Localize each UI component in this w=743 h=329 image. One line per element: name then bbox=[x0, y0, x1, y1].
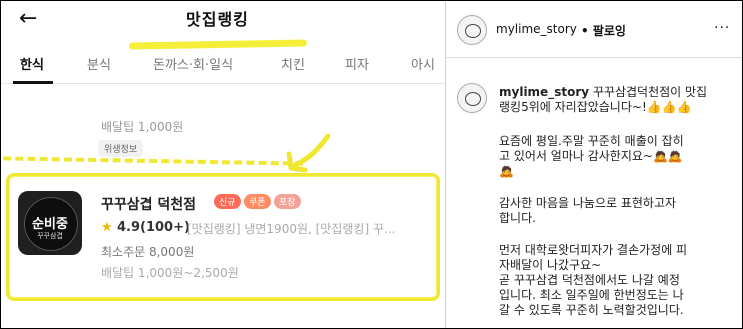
takeout-badge: 포장 bbox=[274, 194, 301, 209]
caption-paragraph-1: mylime_story 꾸꾸삼겹덕천점이 맛집 랭킹5위에 자리잡았습니다~!… bbox=[499, 85, 729, 115]
tab-asian[interactable]: 아시 bbox=[411, 54, 435, 73]
caption-line: 곧 꾸꾸삼겹 덕천점에서도 나갈 예정 bbox=[499, 273, 680, 287]
category-tabs: 한식 분식 돈까스·회·일식 치킨 피자 아시 bbox=[1, 54, 445, 76]
tabs-divider bbox=[1, 83, 445, 84]
store-name[interactable]: 꾸꾸삼겹 덕천점 bbox=[101, 194, 196, 214]
previous-item-delivery-fee: 배달팁 1,000원 bbox=[101, 120, 184, 134]
highlight-arrow-icon bbox=[286, 133, 331, 173]
caption-avatar[interactable] bbox=[457, 83, 487, 113]
caption-line: 합니다. bbox=[499, 211, 536, 225]
caption-paragraph-3: 감사한 마음을 나눔으로 표현하고자 합니다. bbox=[499, 196, 729, 226]
more-options-icon[interactable]: ··· bbox=[714, 20, 730, 36]
caption-line: 🙇 bbox=[499, 164, 514, 178]
post-header-divider bbox=[446, 57, 742, 58]
title-highlight-stroke bbox=[128, 39, 308, 50]
caption-line: 입니다. 최소 일주일에 한번정도는 나 bbox=[499, 288, 684, 302]
caption-line: 감사한 마음을 나눔으로 표현하고자 bbox=[499, 196, 677, 210]
caption-line: 요즘에 평일.주말 꾸준히 매출이 잡히 bbox=[499, 134, 684, 148]
logo-text: 순비중 bbox=[32, 217, 68, 232]
minimum-order: 최소주문 8,000원 bbox=[101, 245, 195, 259]
post-username[interactable]: mylime_story bbox=[496, 22, 577, 36]
hygiene-info-badge[interactable]: 위생정보 bbox=[98, 140, 144, 157]
store-logo[interactable]: 순비중 꾸꾸삼겹 bbox=[18, 191, 82, 255]
logo-subtext: 꾸꾸삼겹 bbox=[37, 232, 63, 240]
caption-line: 자배달이 나갔구요~ bbox=[499, 258, 602, 272]
caption-paragraph-2: 요즘에 평일.주말 꾸준히 매출이 잡히 고 있어서 얼마나 감사한지요~🙇🙇 … bbox=[499, 134, 729, 179]
store-rating: 4.9(100+) bbox=[117, 220, 190, 235]
caption-line: 먼저 대학로왓더피자가 결손가정에 피 bbox=[499, 243, 688, 257]
delivery-fee: 배달팁 1,000원~2,500원 bbox=[101, 266, 239, 280]
tab-snack[interactable]: 분식 bbox=[87, 54, 111, 73]
new-badge: 신규 bbox=[214, 194, 241, 209]
caption-line: 갈 수 있도록 꾸준히 노력할것입니다. bbox=[499, 303, 684, 317]
screenshot-frame: ← 맛집랭킹 한식 분식 돈까스·회·일식 치킨 피자 아시 배달팁 1,000… bbox=[0, 0, 743, 329]
tab-korean[interactable]: 한식 bbox=[20, 54, 44, 73]
back-arrow-icon[interactable]: ← bbox=[19, 6, 37, 31]
app-screen: ← 맛집랭킹 한식 분식 돈까스·회·일식 치킨 피자 아시 배달팁 1,000… bbox=[1, 1, 445, 328]
store-menu-tags: [맛집랭킹] 냉면1900원, [맛집랭킹] 꾸... bbox=[187, 222, 396, 236]
panel-divider bbox=[445, 1, 446, 328]
caption-line: 꾸꾸삼겹덕천점이 맛집 bbox=[589, 85, 708, 99]
tab-pizza[interactable]: 피자 bbox=[345, 54, 369, 73]
active-tab-indicator bbox=[13, 81, 53, 84]
avatar-face-icon bbox=[465, 92, 481, 106]
highlight-dash-stroke bbox=[2, 156, 304, 174]
caption-username[interactable]: mylime_story bbox=[499, 85, 589, 99]
follow-status[interactable]: • 팔로잉 bbox=[581, 22, 626, 39]
page-title: 맛집랭킹 bbox=[186, 10, 249, 29]
caption-line: 랭킹5위에 자리잡았습니다~!👍👍👍 bbox=[499, 100, 692, 114]
tab-cutlet-sushi[interactable]: 돈까스·회·일식 bbox=[153, 54, 233, 73]
coupon-badge: 쿠폰 bbox=[244, 194, 271, 209]
profile-avatar[interactable] bbox=[457, 15, 487, 45]
tab-chicken[interactable]: 치킨 bbox=[281, 54, 305, 73]
star-icon: ★ bbox=[101, 220, 113, 235]
caption-paragraph-4: 먼저 대학로왓더피자가 결손가정에 피 자배달이 나갔구요~ 곧 꾸꾸삼겹 덕천… bbox=[499, 243, 729, 318]
caption-line: 고 있어서 얼마나 감사한지요~🙇🙇 bbox=[499, 149, 683, 163]
avatar-face-icon bbox=[465, 24, 481, 38]
